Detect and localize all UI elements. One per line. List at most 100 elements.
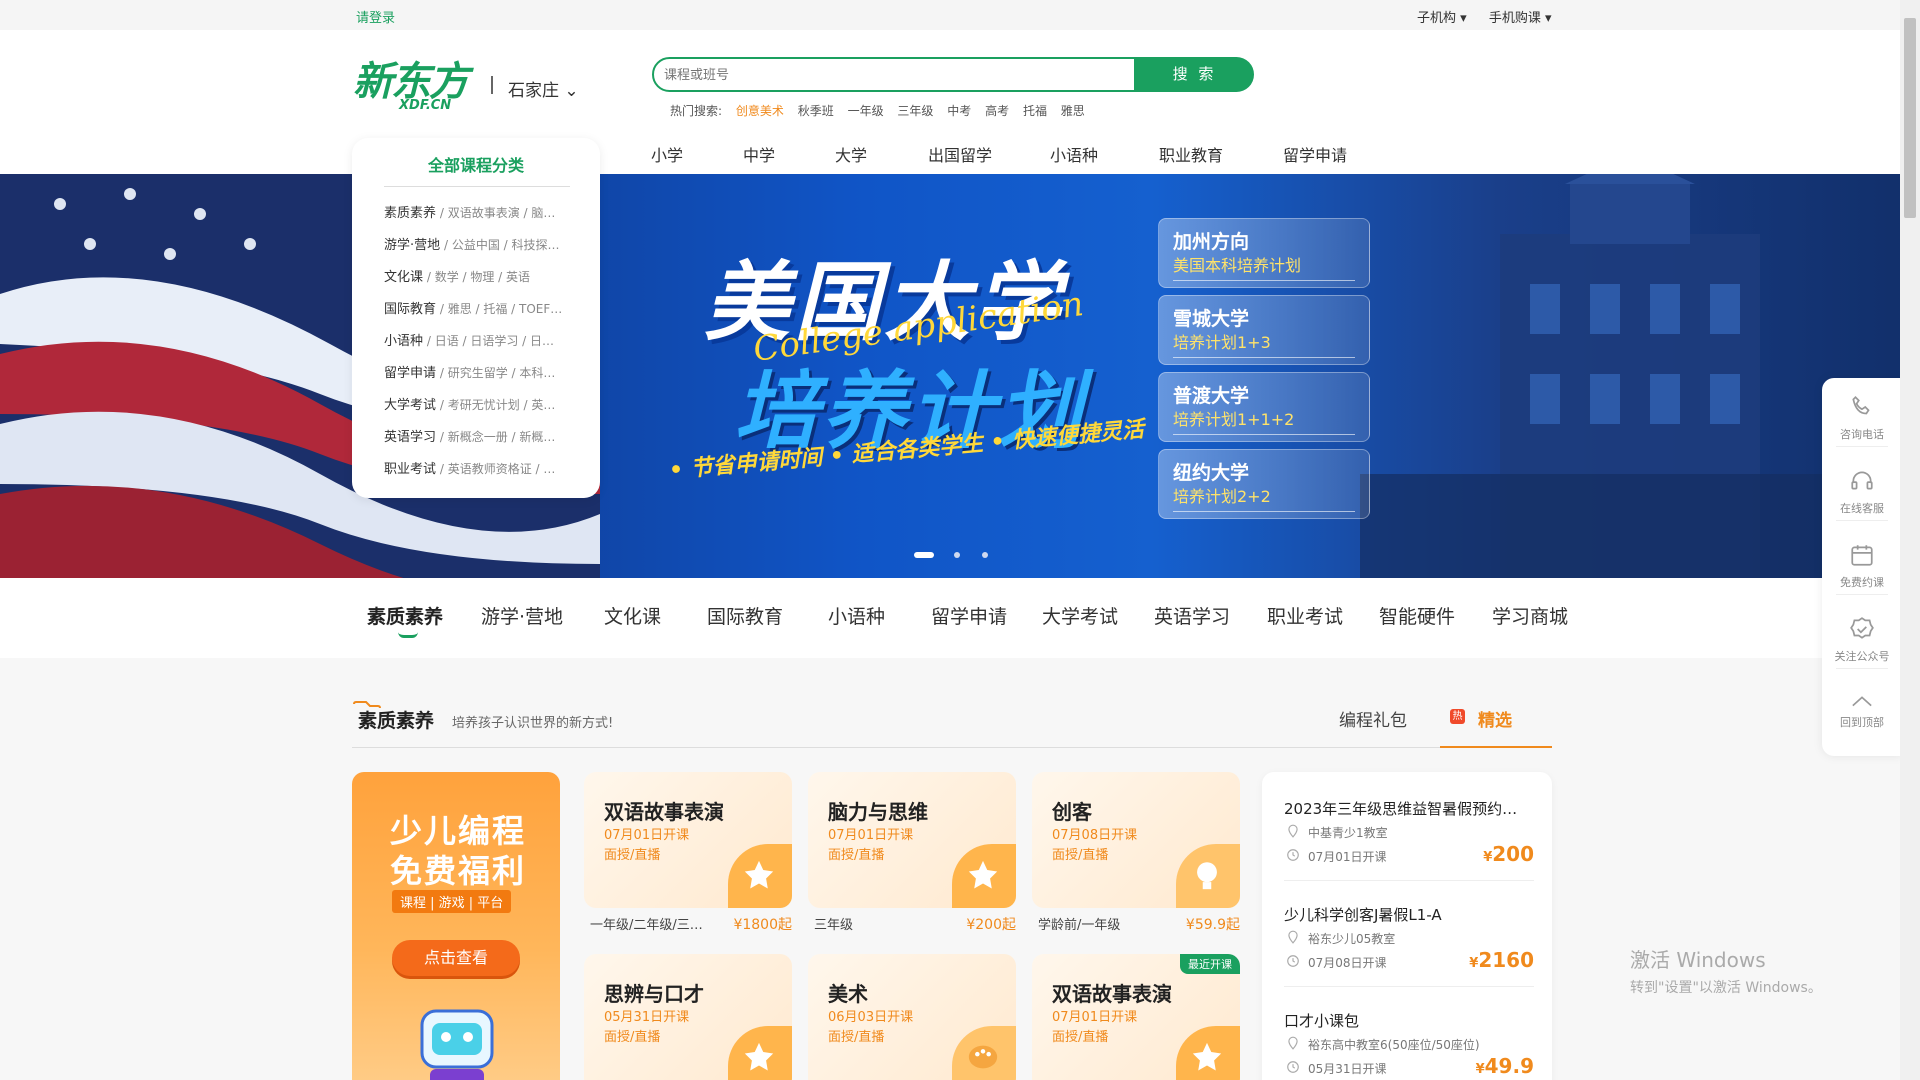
date: 07月01日开课 <box>1284 848 1387 865</box>
category-panel: 全部课程分类 素质素养 / 双语故事表演 / 脑… 游学·营地 / 公益中国 /… <box>352 138 600 498</box>
clock-icon <box>1287 1061 1299 1073</box>
course-card[interactable]: 思辨与口才 05月31日开课 面授/直播 <box>584 954 792 1080</box>
nav-college[interactable]: 大学 <box>835 142 867 166</box>
hot-search-item[interactable]: 秋季班 <box>798 104 834 118</box>
carousel-dot[interactable] <box>982 552 988 558</box>
category-row[interactable]: 国际教育 / 雅思 / 托福 / TOEF… <box>384 298 584 317</box>
tab-mall[interactable]: 学习商城 <box>1492 602 1568 629</box>
divider <box>384 186 570 187</box>
login-link[interactable]: 请登录 <box>356 7 395 26</box>
sub-org-menu[interactable]: 子机构 ▾ <box>1417 11 1467 26</box>
category-row[interactable]: 留学申请 / 研究生留学 / 本科… <box>384 362 584 381</box>
hero-banner[interactable]: 美国大学 College application 培养计划 • 节省申请时间 •… <box>0 174 1920 578</box>
calendar-icon <box>1851 545 1873 566</box>
tab-study-camp[interactable]: 游学·营地 <box>481 602 563 629</box>
hot-search-item[interactable]: 雅思 <box>1061 104 1085 118</box>
course-meta: 三年级 ¥200起 <box>814 917 1016 933</box>
carousel-dot[interactable] <box>954 552 960 558</box>
side-back-top[interactable]: 回到顶部 <box>1822 694 1902 730</box>
hot-search-item[interactable]: 中考 <box>947 104 971 118</box>
phone-icon <box>1852 396 1870 415</box>
plan-card[interactable]: 普渡大学 培养计划1+1+2 <box>1158 372 1370 442</box>
star-icon <box>728 1026 792 1080</box>
list-item[interactable]: 少儿科学创客J暑假L1-A 裕东少儿05教室 07月08日开课 ¥2160 <box>1284 904 1534 987</box>
side-wechat[interactable]: 关注公众号 <box>1822 616 1902 664</box>
category-row[interactable]: 素质素养 / 双语故事表演 / 脑… <box>384 202 584 221</box>
side-service[interactable]: 在线客服 <box>1822 468 1902 516</box>
tab-featured[interactable]: 精选 <box>1478 706 1512 731</box>
top-bar: 请登录 子机构 ▾ 手机购课 ▾ <box>0 0 1900 30</box>
search-button[interactable]: 搜 索 <box>1135 57 1254 92</box>
tab-english[interactable]: 英语学习 <box>1154 602 1230 629</box>
view-button[interactable]: 点击查看 <box>392 940 520 976</box>
coding-promo-card[interactable]: 少儿编程 免费福利 课程 | 游戏 | 平台 点击查看 <box>352 772 560 1080</box>
side-booking[interactable]: 免费约课 <box>1822 542 1902 590</box>
divider <box>491 76 493 94</box>
hot-search-item[interactable]: 托福 <box>1023 104 1047 118</box>
recent-badge: 最近开课 <box>1180 954 1240 974</box>
city-selector[interactable]: 石家庄 ⌄ <box>508 76 579 101</box>
scrollbar[interactable] <box>1900 0 1920 1080</box>
nav-abroad[interactable]: 出国留学 <box>928 142 992 166</box>
category-row[interactable]: 职业考试 / 英语教师资格证 / … <box>384 458 584 477</box>
xdf-logo[interactable]: 新东方 XDF.CN <box>353 60 475 114</box>
tab-coding-gift[interactable]: 编程礼包 <box>1339 706 1407 731</box>
search-box <box>652 57 1136 92</box>
clock-icon <box>1287 849 1299 861</box>
section-header: 素质素养 培养孩子认识世界的新方式! 编程礼包 热 精选 <box>352 700 1552 750</box>
carousel-dot-active[interactable] <box>914 552 934 558</box>
star-icon <box>1176 1026 1240 1080</box>
location: 裕东少儿05教室 <box>1284 930 1395 947</box>
scrollbar-thumb[interactable] <box>1904 18 1916 218</box>
plan-card[interactable]: 加州方向 美国本科培养计划 <box>1158 218 1370 288</box>
hot-search-item[interactable]: 一年级 <box>848 104 884 118</box>
category-row[interactable]: 文化课 / 数学 / 物理 / 英语 <box>384 266 584 285</box>
price: ¥200 <box>1483 842 1534 866</box>
course-card[interactable]: 创客 07月08日开课 面授/直播 <box>1032 772 1240 908</box>
tab-apply[interactable]: 留学申请 <box>931 602 1007 629</box>
plan-card[interactable]: 雪城大学 培养计划1+3 <box>1158 295 1370 365</box>
nav-middle[interactable]: 中学 <box>743 142 775 166</box>
list-item[interactable]: 2023年三年级思维益智暑假预约… 中基青少1教室 07月01日开课 ¥200 <box>1284 798 1534 881</box>
section-desc: 培养孩子认识世界的新方式! <box>452 716 614 731</box>
hot-search-item[interactable]: 创意美术 <box>736 104 784 118</box>
lightbulb-icon <box>1176 844 1240 908</box>
course-card[interactable]: 美术 06月03日开课 面授/直播 <box>808 954 1016 1080</box>
nav-vocational[interactable]: 职业教育 <box>1159 142 1223 166</box>
promo-tags: 课程 | 游戏 | 平台 <box>392 890 512 913</box>
category-row[interactable]: 游学·营地 / 公益中国 / 科技探… <box>384 234 584 253</box>
date: 05月31日开课 <box>1284 1060 1387 1077</box>
course-card[interactable]: 脑力与思维 07月01日开课 面授/直播 <box>808 772 1016 908</box>
tab-quality[interactable]: 素质素养 <box>367 602 443 629</box>
tab-college-exam[interactable]: 大学考试 <box>1042 602 1118 629</box>
course-meta: 学龄前/一年级 ¥59.9起 <box>1038 917 1240 933</box>
windows-watermark: 激活 Windows 转到"设置"以激活 Windows。 <box>1630 948 1822 996</box>
side-phone[interactable]: 咨询电话 <box>1822 394 1902 442</box>
tab-hardware[interactable]: 智能硬件 <box>1379 602 1455 629</box>
tab-intl[interactable]: 国际教育 <box>707 602 783 629</box>
category-row[interactable]: 小语种 / 日语 / 日语学习 / 日… <box>384 330 584 349</box>
chevron-up-icon <box>1852 696 1872 707</box>
date: 07月08日开课 <box>1284 954 1387 971</box>
nav-apply[interactable]: 留学申请 <box>1283 142 1347 166</box>
category-row[interactable]: 大学考试 / 考研无忧计划 / 英… <box>384 394 584 413</box>
tab-culture[interactable]: 文化课 <box>604 602 661 629</box>
list-item[interactable]: 口才小课包 裕东高中教室6(50座位/50座位) 05月31日开课 ¥49.9 <box>1284 1010 1534 1078</box>
nav-primary[interactable]: 小学 <box>651 142 683 166</box>
hot-search: 热门搜索: 创意美术 秋季班 一年级 三年级 中考 高考 托福 雅思 <box>670 104 1085 118</box>
hot-search-item[interactable]: 三年级 <box>897 104 933 118</box>
star-icon <box>952 844 1016 908</box>
robot-icon <box>420 1009 494 1080</box>
search-input[interactable] <box>654 59 1134 90</box>
plan-card[interactable]: 纽约大学 培养计划2+2 <box>1158 449 1370 519</box>
nav-minor-lang[interactable]: 小语种 <box>1050 142 1098 166</box>
tab-vocational[interactable]: 职业考试 <box>1267 602 1343 629</box>
category-row[interactable]: 英语学习 / 新概念一册 / 新概… <box>384 426 584 445</box>
tab-minor-lang[interactable]: 小语种 <box>828 602 885 629</box>
course-card[interactable]: 双语故事表演 07月01日开课 面授/直播 <box>584 772 792 908</box>
hot-search-item[interactable]: 高考 <box>985 104 1009 118</box>
mobile-buy-menu[interactable]: 手机购课 ▾ <box>1489 11 1552 26</box>
headset-icon <box>1851 471 1873 490</box>
course-card[interactable]: 最近开课 双语故事表演 07月01日开课 面授/直播 <box>1032 954 1240 1080</box>
hot-badge: 热 <box>1450 709 1465 724</box>
